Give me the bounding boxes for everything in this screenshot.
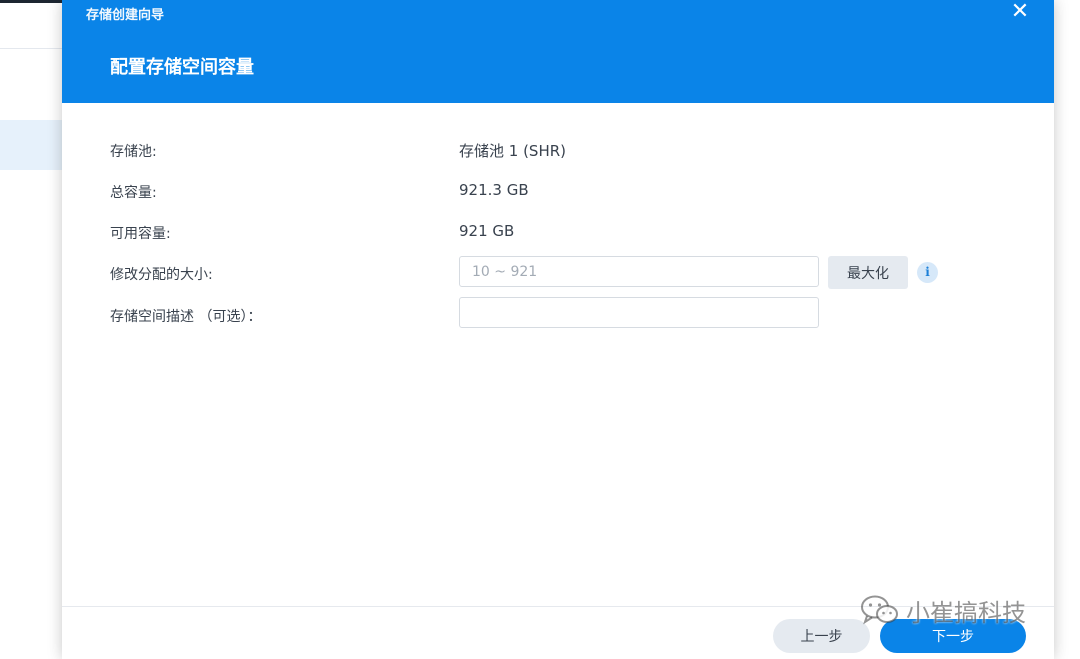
available-capacity-value: 921 GB [459, 222, 515, 240]
close-icon[interactable]: ✕ [1006, 0, 1034, 24]
allocated-size-input[interactable] [459, 256, 819, 287]
info-icon[interactable]: i [917, 262, 938, 283]
footer-divider [62, 606, 1054, 607]
dialog-step-title: 配置存储空间容量 [110, 57, 254, 78]
storage-pool-label: 存储池: [110, 144, 157, 160]
maximize-button[interactable]: 最大化 [828, 256, 908, 289]
dialog-window-title: 存储创建向导 [86, 8, 165, 23]
storage-creation-wizard-dialog: 存储创建向导 ✕ 配置存储空间容量 存储池: 存储池 1 (SHR) 总容量: … [62, 0, 1054, 659]
previous-step-button[interactable]: 上一步 [773, 619, 870, 653]
available-capacity-label: 可用容量: [110, 226, 171, 242]
background-sidebar-selected-item [0, 120, 62, 170]
allocated-size-label: 修改分配的大小: [110, 267, 213, 283]
description-label: 存储空间描述 （可选）： [110, 309, 262, 325]
next-step-button[interactable]: 下一步 [880, 619, 1026, 653]
screen: 存储创建向导 ✕ 配置存储空间容量 存储池: 存储池 1 (SHR) 总容量: … [0, 0, 1080, 659]
description-input[interactable] [459, 297, 819, 328]
storage-pool-value: 存储池 1 (SHR) [459, 142, 567, 160]
total-capacity-value: 921.3 GB [459, 181, 529, 199]
dialog-header: 存储创建向导 ✕ 配置存储空间容量 [62, 0, 1054, 103]
background-app-right-area [1054, 0, 1080, 659]
total-capacity-label: 总容量: [110, 185, 157, 201]
